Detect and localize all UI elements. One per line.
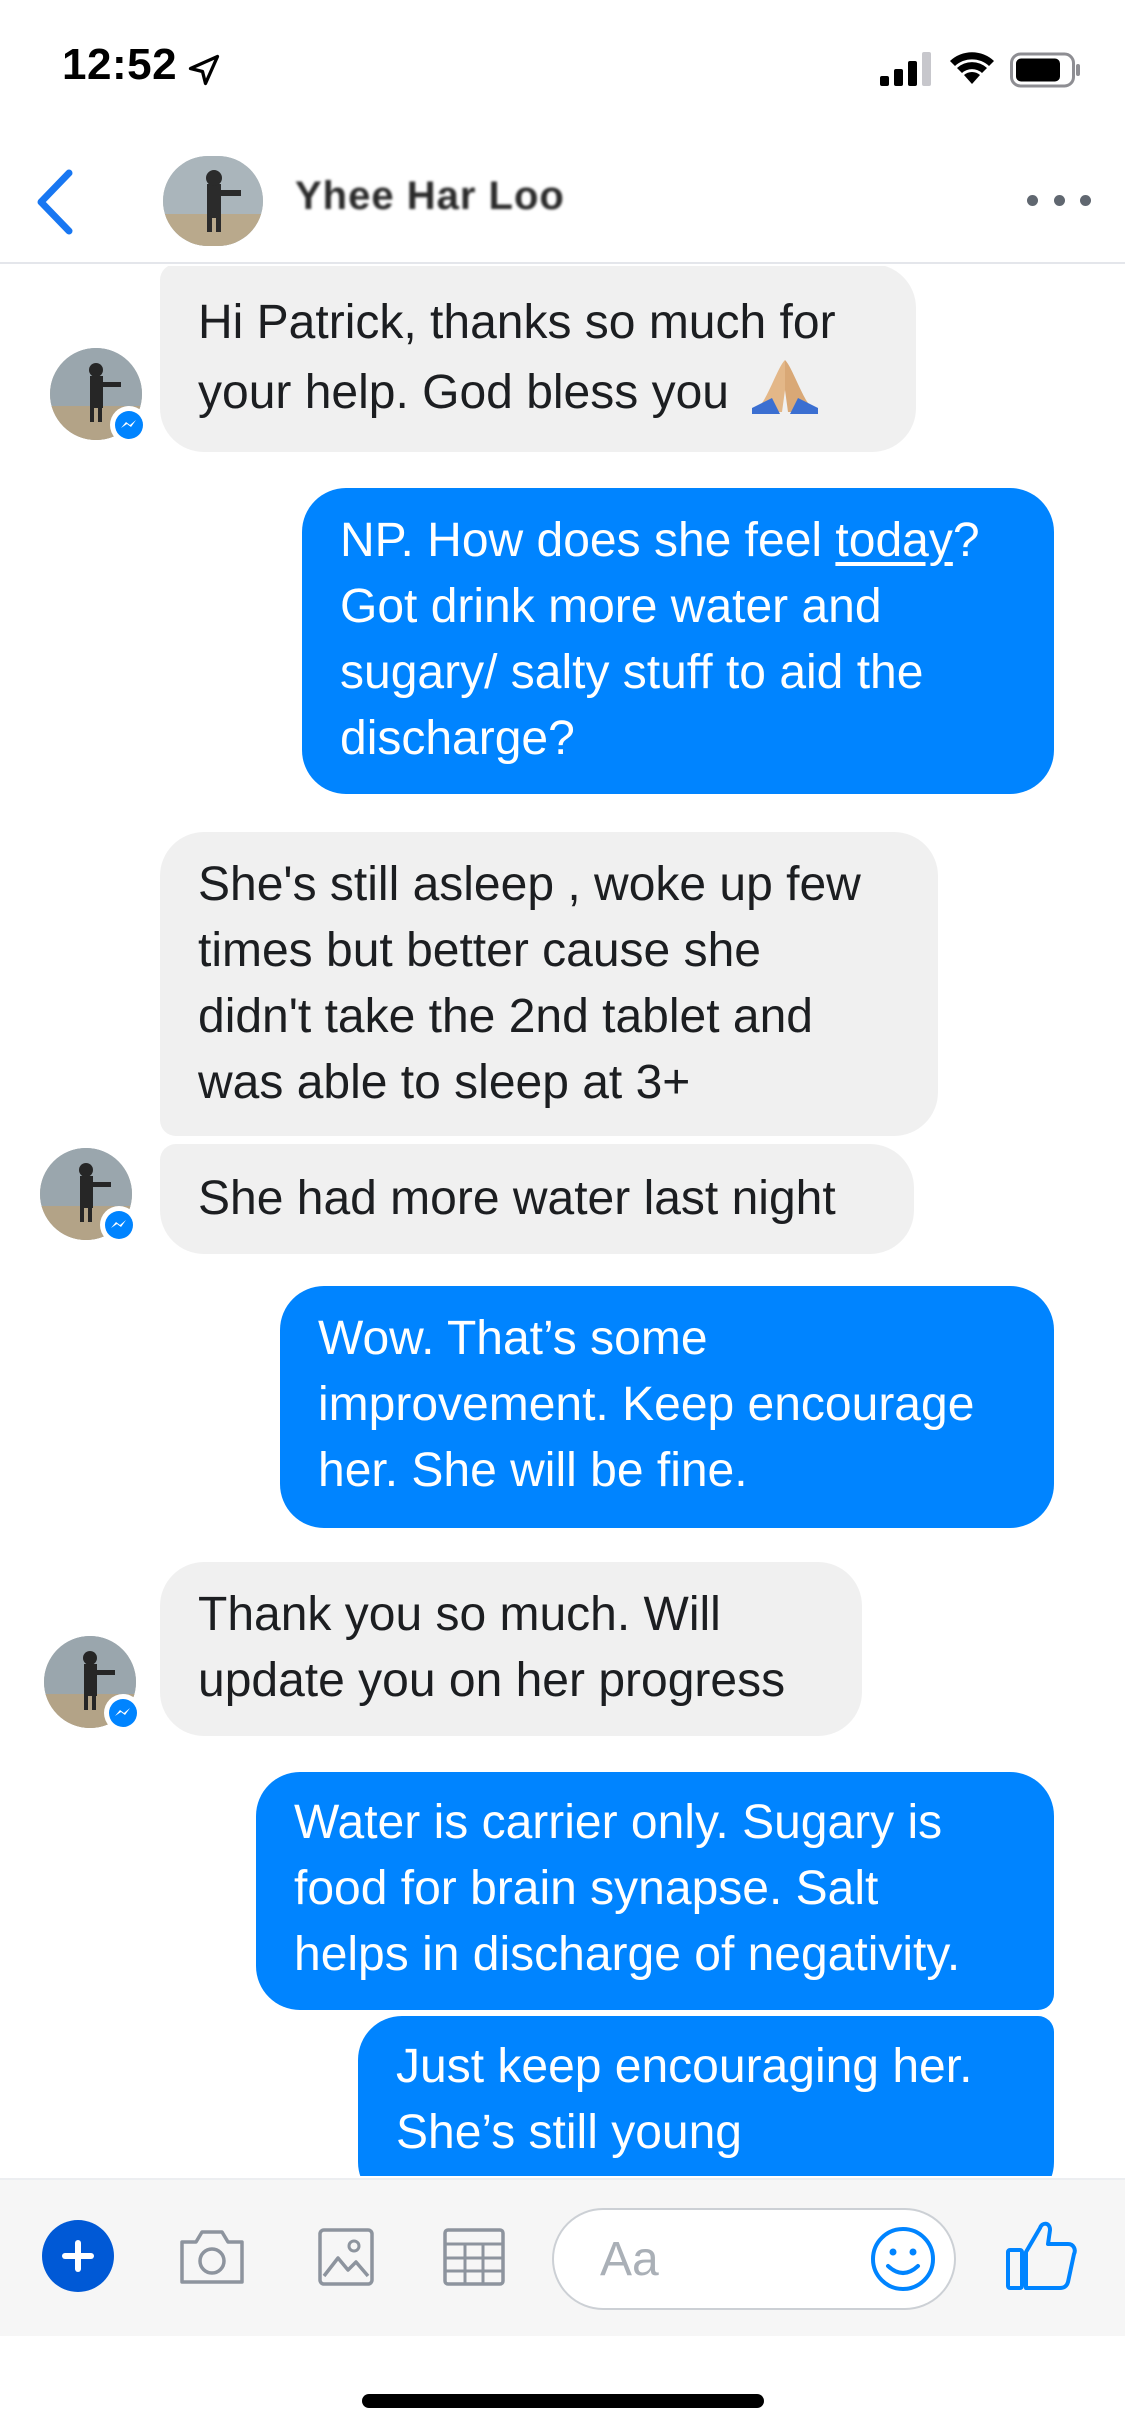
camera-button[interactable] bbox=[172, 2220, 252, 2294]
message-text: your help. God bless you bbox=[198, 366, 729, 419]
status-bar: 12:52 bbox=[0, 0, 1125, 140]
message-text: helps in discharge of negativity. bbox=[294, 1928, 961, 1981]
message-text: Wow. That’s some bbox=[318, 1312, 708, 1365]
message-text: Hi Patrick, thanks so much for bbox=[198, 296, 836, 349]
message-text: NP. How does she feel bbox=[340, 514, 836, 567]
location-arrow-icon bbox=[188, 54, 220, 86]
message-bubble-outgoing[interactable]: Just keep encouraging her. She’s still y… bbox=[358, 2016, 1054, 2176]
thumbs-up-icon[interactable] bbox=[1002, 2214, 1082, 2294]
sender-avatar[interactable] bbox=[40, 1148, 138, 1244]
message-text: food for brain synapse. Salt bbox=[294, 1862, 879, 1915]
grid-icon bbox=[443, 2228, 505, 2286]
message-text: Got drink more water and bbox=[340, 580, 882, 633]
message-text: discharge? bbox=[340, 712, 575, 765]
message-bubble-incoming[interactable]: She had more water last night bbox=[160, 1144, 914, 1254]
message-text: She’s still young bbox=[396, 2106, 742, 2159]
status-time: 12:52 bbox=[62, 40, 178, 89]
cellular-signal-icon bbox=[880, 52, 931, 86]
dot-icon bbox=[1053, 194, 1065, 206]
message-bubble-incoming[interactable]: She's still asleep , woke up few times b… bbox=[160, 832, 938, 1136]
message-composer: Aa bbox=[0, 2178, 1125, 2336]
message-bubble-outgoing[interactable]: Water is carrier only. Sugary is food fo… bbox=[256, 1772, 1054, 2010]
messenger-badge-icon bbox=[104, 1694, 142, 1732]
message-text: her. She will be fine. bbox=[318, 1444, 748, 1497]
message-text: didn't take the 2nd tablet and bbox=[198, 990, 813, 1043]
more-actions-button[interactable] bbox=[42, 2220, 114, 2292]
message-text-line: NP. How does she feel today? bbox=[340, 508, 1016, 574]
back-button[interactable] bbox=[20, 162, 90, 242]
message-text: times but better cause she bbox=[198, 924, 761, 977]
message-text: Thank you so much. Will bbox=[198, 1588, 721, 1641]
messenger-badge-icon bbox=[100, 1206, 138, 1244]
message-text: update you on her progress bbox=[198, 1654, 786, 1707]
message-bubble-incoming[interactable]: Hi Patrick, thanks so much for your help… bbox=[160, 266, 916, 452]
sender-avatar[interactable] bbox=[50, 348, 148, 444]
contact-name[interactable]: Yhee Har Loo bbox=[295, 174, 565, 219]
message-bubble-outgoing[interactable]: NP. How does she feel today? Got drink m… bbox=[302, 488, 1054, 794]
message-text: Water is carrier only. Sugary is bbox=[294, 1796, 943, 1849]
plus-icon bbox=[62, 2240, 94, 2272]
image-icon bbox=[318, 2228, 374, 2286]
message-bubble-outgoing[interactable]: Wow. That’s some improvement. Keep encou… bbox=[280, 1286, 1054, 1528]
message-list[interactable]: Hi Patrick, thanks so much for your help… bbox=[0, 266, 1125, 2176]
message-text: Just keep encouraging her. bbox=[396, 2040, 973, 2093]
camera-icon bbox=[180, 2230, 244, 2284]
wifi-icon bbox=[950, 52, 994, 84]
battery-icon bbox=[1010, 52, 1080, 88]
smiley-icon[interactable] bbox=[868, 2224, 938, 2294]
dot-icon bbox=[1080, 194, 1091, 206]
gallery-button[interactable] bbox=[306, 2220, 386, 2294]
more-options-button[interactable] bbox=[1027, 180, 1091, 220]
message-text: was able to sleep at 3+ bbox=[198, 1056, 691, 1109]
chevron-left-icon bbox=[37, 169, 73, 235]
sender-avatar[interactable] bbox=[44, 1636, 142, 1732]
gif-button[interactable] bbox=[434, 2220, 514, 2294]
folded-hands-emoji bbox=[752, 360, 819, 414]
message-text: sugary/ salty stuff to aid the bbox=[340, 646, 924, 699]
message-input-placeholder: Aa bbox=[600, 2233, 659, 2286]
contact-avatar[interactable] bbox=[163, 156, 263, 246]
messenger-badge-icon bbox=[110, 406, 148, 444]
dot-icon bbox=[1027, 194, 1038, 206]
home-indicator[interactable] bbox=[362, 2394, 764, 2408]
message-text: ? bbox=[952, 514, 980, 567]
chat-header: Yhee Har Loo bbox=[0, 140, 1125, 264]
messenger-chat-screen: 12:52 Yhee Har Loo Hi Patrick, thanks so… bbox=[0, 0, 1125, 2436]
avatar-photo-icon bbox=[163, 156, 263, 246]
message-text: She's still asleep , woke up few bbox=[198, 858, 861, 911]
message-text: She had more water last night bbox=[198, 1172, 836, 1225]
message-text: improvement. Keep encourage bbox=[318, 1378, 975, 1431]
message-link[interactable]: today bbox=[835, 514, 952, 567]
message-text-line: your help. God bless you bbox=[198, 356, 878, 426]
message-input[interactable]: Aa bbox=[552, 2208, 956, 2310]
message-bubble-incoming[interactable]: Thank you so much. Will update you on he… bbox=[160, 1562, 862, 1736]
